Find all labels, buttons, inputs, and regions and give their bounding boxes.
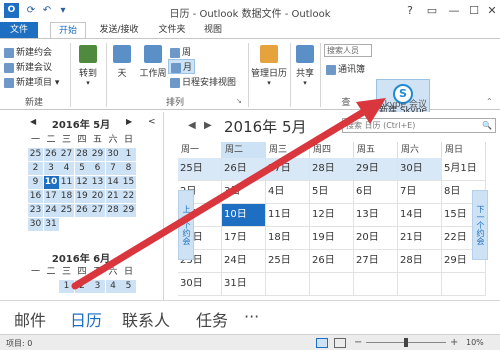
annotation-arrow xyxy=(71,98,386,290)
arrow-shaft xyxy=(71,104,374,290)
